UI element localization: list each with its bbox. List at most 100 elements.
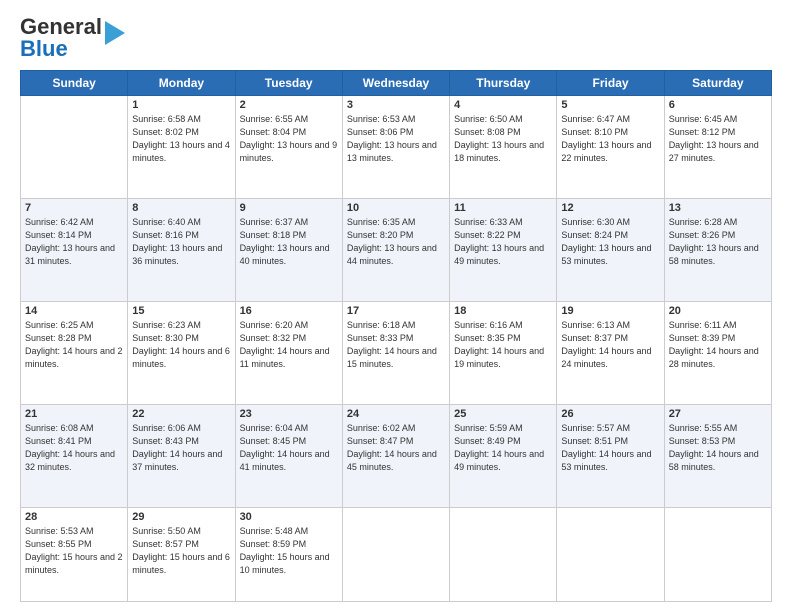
day-number: 12	[561, 202, 659, 214]
calendar-day-cell: 8 Sunrise: 6:40 AMSunset: 8:16 PMDaylight…	[128, 198, 235, 301]
calendar-day-cell: 29 Sunrise: 5:50 AMSunset: 8:57 PMDayligh…	[128, 507, 235, 601]
calendar-week-row: 21 Sunrise: 6:08 AMSunset: 8:41 PMDayligh…	[21, 404, 772, 507]
day-detail: Sunrise: 6:40 AMSunset: 8:16 PMDaylight:…	[132, 216, 230, 268]
day-detail: Sunrise: 6:06 AMSunset: 8:43 PMDaylight:…	[132, 422, 230, 474]
day-number: 5	[561, 99, 659, 111]
calendar-day-cell: 13 Sunrise: 6:28 AMSunset: 8:26 PMDayligh…	[664, 198, 771, 301]
day-number: 20	[669, 305, 767, 317]
calendar-day-cell: 14 Sunrise: 6:25 AMSunset: 8:28 PMDayligh…	[21, 301, 128, 404]
day-detail: Sunrise: 5:55 AMSunset: 8:53 PMDaylight:…	[669, 422, 767, 474]
calendar-day-cell: 25 Sunrise: 5:59 AMSunset: 8:49 PMDayligh…	[450, 404, 557, 507]
day-number: 29	[132, 511, 230, 523]
logo-arrow-icon	[105, 21, 125, 45]
day-detail: Sunrise: 6:33 AMSunset: 8:22 PMDaylight:…	[454, 216, 552, 268]
day-number: 7	[25, 202, 123, 214]
day-number: 30	[240, 511, 338, 523]
day-number: 24	[347, 408, 445, 420]
day-header-monday: Monday	[128, 71, 235, 96]
day-number: 25	[454, 408, 552, 420]
day-number: 28	[25, 511, 123, 523]
day-detail: Sunrise: 5:53 AMSunset: 8:55 PMDaylight:…	[25, 525, 123, 577]
day-detail: Sunrise: 5:48 AMSunset: 8:59 PMDaylight:…	[240, 525, 338, 577]
day-header-tuesday: Tuesday	[235, 71, 342, 96]
day-detail: Sunrise: 6:58 AMSunset: 8:02 PMDaylight:…	[132, 113, 230, 165]
day-header-saturday: Saturday	[664, 71, 771, 96]
day-header-friday: Friday	[557, 71, 664, 96]
day-number: 9	[240, 202, 338, 214]
day-number: 16	[240, 305, 338, 317]
header: GeneralBlue	[20, 16, 772, 60]
calendar-day-cell	[21, 96, 128, 199]
calendar-day-cell: 17Sunrise: 6:18 AMSunset: 8:33 PMDayligh…	[342, 301, 449, 404]
day-detail: Sunrise: 6:11 AMSunset: 8:39 PMDaylight:…	[669, 319, 767, 371]
calendar-week-row: 1 Sunrise: 6:58 AMSunset: 8:02 PMDaylight…	[21, 96, 772, 199]
day-detail: Sunrise: 6:23 AMSunset: 8:30 PMDaylight:…	[132, 319, 230, 371]
calendar-day-cell: 16 Sunrise: 6:20 AMSunset: 8:32 PMDayligh…	[235, 301, 342, 404]
day-number: 13	[669, 202, 767, 214]
day-number: 8	[132, 202, 230, 214]
day-detail: Sunrise: 6:02 AMSunset: 8:47 PMDaylight:…	[347, 422, 445, 474]
day-number: 21	[25, 408, 123, 420]
day-number: 26	[561, 408, 659, 420]
calendar-day-cell: 7Sunrise: 6:42 AMSunset: 8:14 PMDaylight…	[21, 198, 128, 301]
day-number: 18	[454, 305, 552, 317]
day-detail: Sunrise: 6:50 AMSunset: 8:08 PMDaylight:…	[454, 113, 552, 165]
day-header-thursday: Thursday	[450, 71, 557, 96]
calendar-day-cell	[450, 507, 557, 601]
calendar-header-row: SundayMondayTuesdayWednesdayThursdayFrid…	[21, 71, 772, 96]
day-detail: Sunrise: 5:50 AMSunset: 8:57 PMDaylight:…	[132, 525, 230, 577]
logo-blue: Blue	[20, 36, 68, 61]
day-number: 14	[25, 305, 123, 317]
page: GeneralBlue SundayMondayTuesdayWednesday…	[0, 0, 792, 612]
calendar-day-cell: 3Sunrise: 6:53 AMSunset: 8:06 PMDaylight…	[342, 96, 449, 199]
day-detail: Sunrise: 6:28 AMSunset: 8:26 PMDaylight:…	[669, 216, 767, 268]
day-detail: Sunrise: 6:37 AMSunset: 8:18 PMDaylight:…	[240, 216, 338, 268]
calendar-day-cell: 18 Sunrise: 6:16 AMSunset: 8:35 PMDayligh…	[450, 301, 557, 404]
day-detail: Sunrise: 6:16 AMSunset: 8:35 PMDaylight:…	[454, 319, 552, 371]
day-number: 22	[132, 408, 230, 420]
day-detail: Sunrise: 6:13 AMSunset: 8:37 PMDaylight:…	[561, 319, 659, 371]
day-number: 15	[132, 305, 230, 317]
day-detail: Sunrise: 6:47 AMSunset: 8:10 PMDaylight:…	[561, 113, 659, 165]
calendar-day-cell: 11 Sunrise: 6:33 AMSunset: 8:22 PMDayligh…	[450, 198, 557, 301]
day-detail: Sunrise: 6:53 AMSunset: 8:06 PMDaylight:…	[347, 113, 445, 165]
day-number: 1	[132, 99, 230, 111]
day-detail: Sunrise: 6:45 AMSunset: 8:12 PMDaylight:…	[669, 113, 767, 165]
day-detail: Sunrise: 6:55 AMSunset: 8:04 PMDaylight:…	[240, 113, 338, 165]
calendar-day-cell	[557, 507, 664, 601]
calendar-day-cell: 15 Sunrise: 6:23 AMSunset: 8:30 PMDayligh…	[128, 301, 235, 404]
day-number: 2	[240, 99, 338, 111]
day-number: 4	[454, 99, 552, 111]
calendar-day-cell: 1 Sunrise: 6:58 AMSunset: 8:02 PMDaylight…	[128, 96, 235, 199]
calendar-day-cell: 22 Sunrise: 6:06 AMSunset: 8:43 PMDayligh…	[128, 404, 235, 507]
logo-text: GeneralBlue	[20, 16, 125, 60]
calendar-day-cell: 5 Sunrise: 6:47 AMSunset: 8:10 PMDaylight…	[557, 96, 664, 199]
day-number: 27	[669, 408, 767, 420]
day-detail: Sunrise: 6:25 AMSunset: 8:28 PMDaylight:…	[25, 319, 123, 371]
calendar-day-cell: 2 Sunrise: 6:55 AMSunset: 8:04 PMDaylight…	[235, 96, 342, 199]
calendar-day-cell: 23 Sunrise: 6:04 AMSunset: 8:45 PMDayligh…	[235, 404, 342, 507]
day-detail: Sunrise: 6:08 AMSunset: 8:41 PMDaylight:…	[25, 422, 123, 474]
day-detail: Sunrise: 6:35 AMSunset: 8:20 PMDaylight:…	[347, 216, 445, 268]
day-header-sunday: Sunday	[21, 71, 128, 96]
calendar-week-row: 28 Sunrise: 5:53 AMSunset: 8:55 PMDayligh…	[21, 507, 772, 601]
calendar-week-row: 14 Sunrise: 6:25 AMSunset: 8:28 PMDayligh…	[21, 301, 772, 404]
calendar-day-cell	[342, 507, 449, 601]
day-header-wednesday: Wednesday	[342, 71, 449, 96]
calendar-day-cell: 9 Sunrise: 6:37 AMSunset: 8:18 PMDaylight…	[235, 198, 342, 301]
day-detail: Sunrise: 5:59 AMSunset: 8:49 PMDaylight:…	[454, 422, 552, 474]
logo-general: GeneralBlue	[20, 16, 102, 60]
calendar-week-row: 7Sunrise: 6:42 AMSunset: 8:14 PMDaylight…	[21, 198, 772, 301]
calendar-day-cell: 30 Sunrise: 5:48 AMSunset: 8:59 PMDayligh…	[235, 507, 342, 601]
day-detail: Sunrise: 6:20 AMSunset: 8:32 PMDaylight:…	[240, 319, 338, 371]
day-detail: Sunrise: 6:18 AMSunset: 8:33 PMDaylight:…	[347, 319, 445, 371]
calendar-day-cell: 10 Sunrise: 6:35 AMSunset: 8:20 PMDayligh…	[342, 198, 449, 301]
calendar-day-cell: 4 Sunrise: 6:50 AMSunset: 8:08 PMDaylight…	[450, 96, 557, 199]
calendar-day-cell: 20 Sunrise: 6:11 AMSunset: 8:39 PMDayligh…	[664, 301, 771, 404]
calendar-day-cell: 19Sunrise: 6:13 AMSunset: 8:37 PMDayligh…	[557, 301, 664, 404]
calendar-day-cell: 27 Sunrise: 5:55 AMSunset: 8:53 PMDayligh…	[664, 404, 771, 507]
day-detail: Sunrise: 6:04 AMSunset: 8:45 PMDaylight:…	[240, 422, 338, 474]
day-number: 10	[347, 202, 445, 214]
day-number: 11	[454, 202, 552, 214]
day-number: 23	[240, 408, 338, 420]
